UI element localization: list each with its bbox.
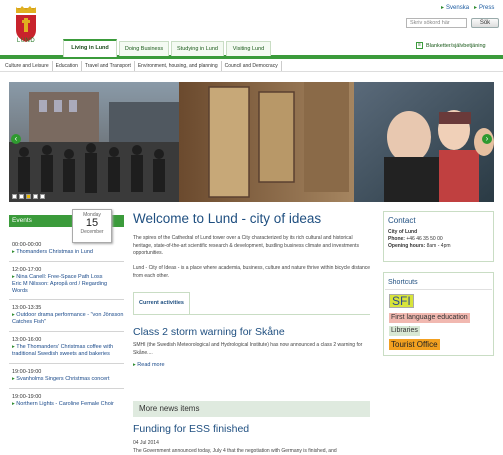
list-item[interactable]: 00:00-00:00 ▸ Thomanders Christmas in Lun… [9,241,124,262]
press-label: Press [479,4,495,11]
event-title[interactable]: ▸ Thomanders Christmas in Lund [12,249,124,256]
phone-value[interactable]: +46 46 35 50 00 [406,236,442,242]
calendar-date[interactable]: Monday 15 December [72,209,112,243]
news-date: 04 Jul 2014 [133,440,159,446]
event-time: 00:00-00:00 [12,242,42,248]
event-list: 00:00-00:00 ▸ Thomanders Christmas in Lun… [9,241,124,417]
event-time: 12:00-17:00 [12,267,42,273]
event-title-text: Thomanders Christmas in Lund [16,249,93,255]
arrow-icon: ▸ [474,5,478,11]
tab-studying[interactable]: Studying in Lund [171,41,224,56]
intro-paragraph-2: Lund - City of Ideas - is a place where … [133,265,371,279]
event-title-text: Outdoor drama performance - "von Jönsson… [12,312,124,325]
event-title-text: Svanholms Singers Christmas concert [16,376,110,382]
calendar-month: December [80,229,104,235]
event-title[interactable]: ▸ Nina Canell: Free-Space Path Loss Eric… [12,274,124,295]
page: LUND ▸ Svenska ▸ Press Skriv sökord här Sö… [0,0,503,455]
subnav-council[interactable]: Council and Democracy [222,61,282,71]
tab-current-activities[interactable]: Current activities [133,292,190,315]
forms-label: Blanketter/självbetjäning [426,42,486,49]
event-title-text: The Thomanders' Christmas coffee with tr… [12,344,114,357]
more-news-heading[interactable]: More news items [133,401,370,417]
news-text-2: The Government announced today, July 4 t… [133,448,337,454]
logo-text: LUND [16,38,36,44]
shortcuts-divider [385,289,492,290]
subnav-travel[interactable]: Travel and Transport [82,61,135,71]
slide-dot[interactable] [33,194,38,199]
shortcut-sfi[interactable]: SFI [389,294,414,308]
search-input[interactable]: Skriv sökord här [406,18,467,28]
intro-paragraph: The spires of the Cathedral of Lund towe… [133,235,359,256]
list-item[interactable]: 13:00-13:35 ▸ Outdoor drama performance -… [9,304,124,332]
news-text: SMHI (the Swedish Meteorological and Hyd… [133,342,363,356]
list-item[interactable]: 12:00-17:00 ▸ Nina Canell: Free-Space Pat… [9,266,124,300]
forms-icon: ≡ [416,42,423,49]
forms-link[interactable]: ≡ Blanketter/självbetjäning [416,42,486,49]
event-time: 19:00-19:00 [12,394,42,400]
subnav-environment[interactable]: Environment, housing, and planning [135,61,222,71]
calendar-day: 15 [85,217,99,229]
shortcut-libraries[interactable]: Libraries [389,326,420,336]
slide-dot[interactable] [19,194,24,199]
contact-hours: Opening hours: 8am - 4pm [388,243,492,250]
slide-dot[interactable] [40,194,45,199]
shortcut-tourist-office[interactable]: Tourist Office [389,339,440,350]
event-title-text: Nina Canell: Free-Space Path Loss Eric M… [12,274,108,294]
lang-link[interactable]: ▸ Svenska [441,4,470,12]
read-more-link[interactable]: ▸ Read more [133,362,165,368]
contact-phone: Phone: +46 46 35 50 00 [388,236,492,243]
subnav-culture[interactable]: Culture and Leisure [0,61,53,71]
lang-label: Svenska [446,4,470,11]
contact-details: City of Lund Phone: +46 46 35 50 00 Open… [388,229,492,250]
tab-living[interactable]: Living in Lund [63,39,117,57]
tab-business[interactable]: Doing Business [119,41,169,56]
hero-carousel[interactable]: ‹ › [9,82,494,202]
tab-visiting[interactable]: Visiting Lund [226,41,271,56]
contact-heading: Contact [388,216,416,225]
hero-image [9,82,494,202]
list-item[interactable]: 13:00-16:00 ▸ The Thomanders' Christmas c… [9,336,124,364]
sub-navigation: Culture and Leisure Education Travel and… [0,61,503,72]
press-link[interactable]: ▸ Press [474,4,495,12]
tab-divider [133,314,370,315]
news-title[interactable]: Class 2 storm warning for Skåne [133,326,285,338]
contact-name: City of Lund [388,229,418,235]
hours-value: 8am - 4pm [426,243,451,249]
slide-dots [12,194,45,199]
slide-dot-active[interactable] [26,194,31,199]
event-time: 13:00-13:35 [12,305,42,311]
search-button[interactable]: Sök [471,18,499,28]
page-title: Welcome to Lund - city of ideas [133,211,322,226]
phone-label: Phone: [388,236,405,242]
event-title-text: Northern Lights - Caroline Female Choir [16,401,114,407]
news-title-2[interactable]: Funding for ESS finished [133,423,249,435]
next-slide-icon[interactable]: › [482,134,492,144]
event-title[interactable]: ▸ The Thomanders' Christmas coffee with … [12,344,124,358]
subnav-education[interactable]: Education [53,61,82,71]
hours-label: Opening hours: [388,243,426,249]
event-time: 13:00-16:00 [12,337,42,343]
event-title[interactable]: ▸ Svanholms Singers Christmas concert [12,376,124,383]
list-item[interactable]: 19:00-19:00 ▸ Svanholms Singers Christmas… [9,368,124,389]
prev-slide-icon[interactable]: ‹ [11,134,21,144]
arrow-icon: ▸ [441,5,445,11]
event-title[interactable]: ▸ Outdoor drama performance - "von Jönss… [12,312,124,326]
event-title[interactable]: ▸ Northern Lights - Caroline Female Choi… [12,401,124,408]
shortcuts-heading: Shortcuts [388,279,418,286]
slide-dot[interactable] [12,194,17,199]
shortcut-first-language[interactable]: First language education [389,313,470,323]
list-item[interactable]: 19:00-19:00 ▸ Northern Lights - Caroline … [9,393,124,413]
event-time: 19:00-19:00 [12,369,42,375]
read-more-label: Read more [137,362,165,368]
